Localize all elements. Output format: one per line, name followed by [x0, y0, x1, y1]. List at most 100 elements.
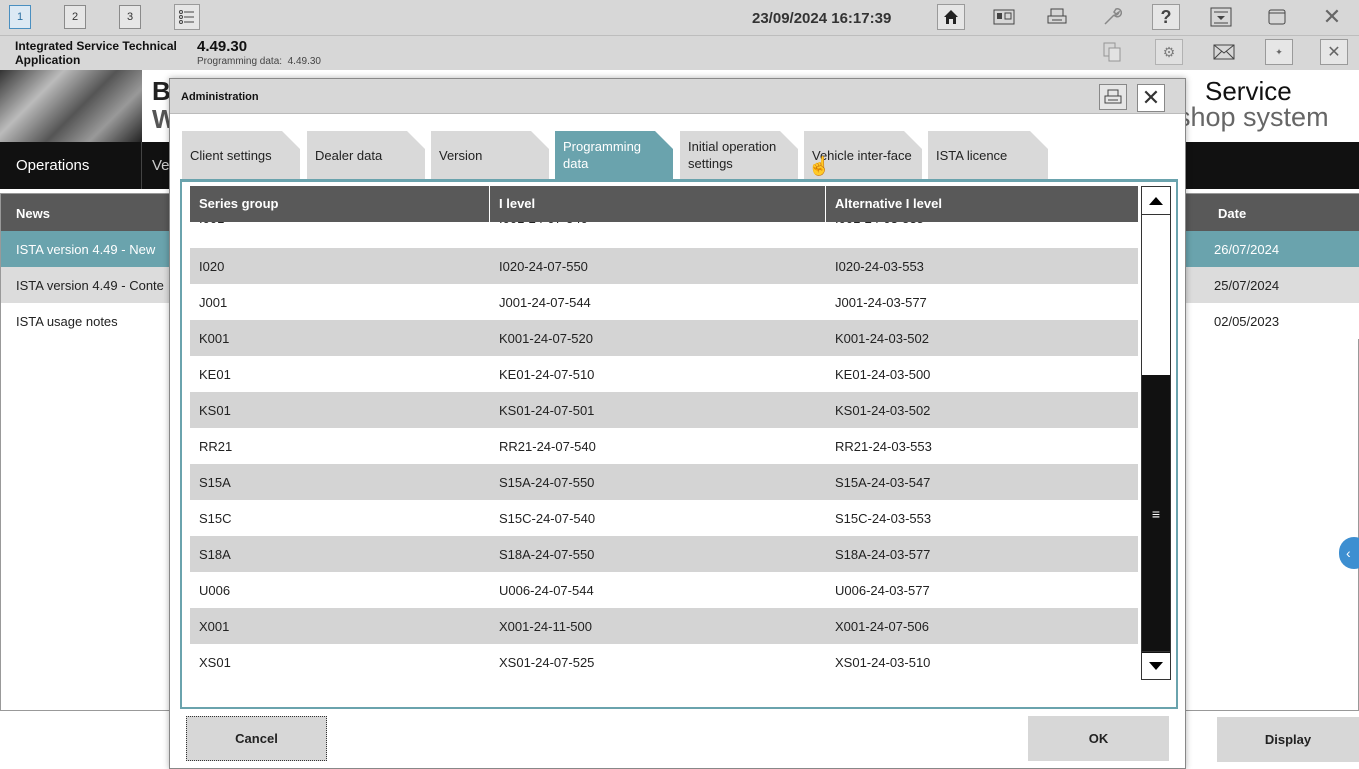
- news-title: ISTA version 4.49 - New: [16, 242, 156, 257]
- cell-alternative-i-level: S15A-24-03-547: [835, 475, 931, 490]
- cell-i-level: XS01-24-07-525: [499, 655, 595, 670]
- table-row[interactable]: XS01 XS01-24-07-525 XS01-24-03-510: [190, 644, 1138, 680]
- programming-data-table: Series group I level Alternative I level…: [190, 186, 1138, 686]
- cell-i-level: X001-24-11-500: [499, 619, 592, 634]
- close-icon[interactable]: ✕: [1318, 4, 1346, 30]
- ok-button[interactable]: OK: [1028, 716, 1169, 761]
- cell-i-level: RR21-24-07-540: [499, 439, 596, 454]
- dropdown-icon[interactable]: [1207, 4, 1235, 30]
- scroll-up-arrow-icon[interactable]: [1142, 187, 1170, 215]
- top-toolbar: 1 2 3 23/09/2024 16:17:39 ? ✕: [0, 0, 1359, 36]
- cell-series-group: U006: [199, 583, 231, 598]
- tab-dealer-data[interactable]: Dealer data: [307, 131, 425, 179]
- cell-alternative-i-level: I020-24-03-553: [835, 259, 924, 274]
- cell-alternative-i-level: S18A-24-03-577: [835, 547, 931, 562]
- news-date: 25/07/2024: [1214, 278, 1280, 293]
- table-row[interactable]: X001 X001-24-11-500 X001-24-07-506: [190, 608, 1138, 644]
- settings-gear-icon: ⚙: [1155, 39, 1183, 65]
- app-close-icon[interactable]: ✕: [1320, 39, 1348, 65]
- workspace-1-button[interactable]: 1: [9, 5, 31, 29]
- list-icon[interactable]: [174, 4, 200, 30]
- table-row[interactable]: K001 K001-24-07-520 K001-24-03-502: [190, 320, 1138, 356]
- cell-i-level: I020-24-07-550: [499, 259, 588, 274]
- cell-i-level: S18A-24-07-550: [499, 547, 595, 562]
- col-header-alternative-i-level[interactable]: Alternative I level: [826, 186, 1138, 222]
- app-name-line1: Integrated Service Technical: [15, 39, 177, 53]
- col-header-i-level[interactable]: I level: [490, 186, 826, 222]
- cell-alternative-i-level: KS01-24-03-502: [835, 403, 931, 418]
- cell-alternative-i-level: J001-24-03-577: [835, 295, 927, 310]
- mail-icon[interactable]: [1210, 39, 1238, 65]
- help-icon[interactable]: ?: [1152, 4, 1180, 30]
- cell-alternative-i-level: RR21-24-03-553: [835, 439, 932, 454]
- cancel-button[interactable]: Cancel: [186, 716, 327, 761]
- workspace-2-button[interactable]: 2: [64, 5, 86, 29]
- tab-ista-licence[interactable]: ISTA licence: [928, 131, 1048, 179]
- date-column-header: Date: [1218, 206, 1247, 221]
- printer-icon[interactable]: [1043, 4, 1071, 30]
- app-name-line2: Application: [15, 53, 81, 67]
- cell-alternative-i-level: K001-24-03-502: [835, 331, 929, 346]
- cell-alternative-i-level: KE01-24-03-500: [835, 367, 931, 382]
- table-row[interactable]: J001 J001-24-07-544 J001-24-03-577: [190, 284, 1138, 320]
- piston-logo-image: [0, 70, 142, 142]
- cell-alternative-i-level: X001-24-07-506: [835, 619, 929, 634]
- dialog-title-bar: Administration ✕: [170, 79, 1185, 114]
- table-row[interactable]: S15A S15A-24-07-550 S15A-24-03-547: [190, 464, 1138, 500]
- display-button[interactable]: Display: [1217, 717, 1359, 762]
- col-header-series-group[interactable]: Series group: [190, 186, 490, 222]
- banner-left-line1: B: [152, 76, 171, 106]
- cell-i-level: KE01-24-07-510: [499, 367, 595, 382]
- window-icon[interactable]: [1263, 4, 1291, 30]
- table-row[interactable]: KE01 KE01-24-07-510 KE01-24-03-500: [190, 356, 1138, 392]
- id-card-icon[interactable]: [990, 4, 1018, 30]
- nav-vehicle[interactable]: Ve: [152, 157, 170, 174]
- tab-version[interactable]: Version: [431, 131, 549, 179]
- cell-series-group: S15A: [199, 475, 231, 490]
- workspace-3-button[interactable]: 3: [119, 5, 141, 29]
- dialog-close-icon[interactable]: ✕: [1137, 84, 1165, 112]
- tab-programming-data[interactable]: Programming data: [555, 131, 673, 179]
- cell-i-level: J001-24-07-544: [499, 295, 591, 310]
- table-row[interactable]: S18A S18A-24-07-550 S18A-24-03-577: [190, 536, 1138, 572]
- table-row[interactable]: KS01 KS01-24-07-501 KS01-24-03-502: [190, 392, 1138, 428]
- cell-alternative-i-level: U006-24-03-577: [835, 583, 930, 598]
- programming-data-value: 4.49.30: [287, 56, 321, 67]
- administration-dialog: Administration ✕ Client settings Dealer …: [169, 78, 1186, 769]
- side-panel-toggle-icon[interactable]: ‹: [1339, 537, 1359, 569]
- scroll-down-arrow-icon[interactable]: [1142, 651, 1170, 679]
- scroll-thumb[interactable]: ≡: [1142, 375, 1170, 653]
- home-icon[interactable]: [937, 4, 965, 30]
- dialog-title: Administration: [181, 91, 259, 103]
- cell-alternative-i-level: XS01-24-03-510: [835, 655, 931, 670]
- cell-series-group: J001: [199, 295, 228, 310]
- cell-series-group: KS01: [199, 403, 231, 418]
- cell-i-level: KS01-24-07-501: [499, 403, 595, 418]
- table-row[interactable]: U006 U006-24-07-544 U006-24-03-577: [190, 572, 1138, 608]
- app-name: Integrated Service Technical Application: [15, 39, 177, 67]
- programming-data-label: Programming data:: [197, 56, 283, 67]
- news-column-header: News: [16, 206, 50, 221]
- banner-right-line2: shop system: [1177, 102, 1329, 132]
- table-scrollbar[interactable]: ≡: [1141, 186, 1171, 680]
- news-title: ISTA version 4.49 - Conte: [16, 278, 164, 293]
- table-row[interactable]: RR21 RR21-24-07-540 RR21-24-03-553: [190, 428, 1138, 464]
- cell-series-group: KE01: [199, 367, 231, 382]
- cell-i-level: S15C-24-07-540: [499, 511, 596, 526]
- cell-series-group: X001: [199, 619, 230, 634]
- cell-i-level: S15A-24-07-550: [499, 475, 595, 490]
- tab-client-settings[interactable]: Client settings: [182, 131, 300, 179]
- table-row[interactable]: I020 I020-24-07-550 I020-24-03-553: [190, 248, 1138, 284]
- table-header: Series group I level Alternative I level: [190, 186, 1138, 222]
- news-date: 26/07/2024: [1214, 242, 1280, 257]
- dialog-print-icon[interactable]: [1099, 84, 1127, 110]
- table-row[interactable]: S15C S15C-24-07-540 S15C-24-03-553: [190, 500, 1138, 536]
- programming-data-info: Programming data: 4.49.30: [197, 56, 321, 67]
- nav-operations[interactable]: Operations: [0, 142, 142, 189]
- cell-series-group: XS01: [199, 655, 231, 670]
- tab-initial-operation-settings[interactable]: Initial operation settings: [680, 131, 798, 179]
- cell-series-group: S18A: [199, 547, 231, 562]
- air-icon[interactable]: ✦: [1265, 39, 1293, 65]
- cell-series-group: K001: [199, 331, 230, 346]
- wrench-icon[interactable]: [1098, 4, 1126, 30]
